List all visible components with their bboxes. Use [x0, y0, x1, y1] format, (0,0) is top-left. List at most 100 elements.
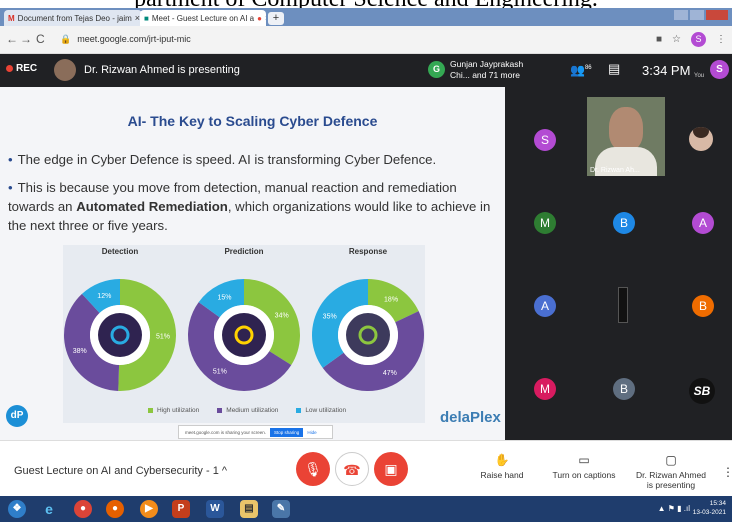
back-icon[interactable]: ← [6, 32, 18, 46]
powerpoint-icon[interactable]: P [172, 500, 190, 518]
legend-item: Medium utilization [217, 407, 278, 414]
browser-tab-bar: M Document from Tejas Deo - jaim × ■ Mee… [0, 8, 732, 26]
camera-off-button[interactable]: ▣ [374, 452, 408, 486]
recording-badge: REC [6, 63, 37, 74]
tab-label: Meet - Guest Lecture on AI a [151, 13, 255, 23]
participant-image-tile[interactable] [618, 287, 628, 323]
presenter-video-tile[interactable]: Dr. Rizwan Ah... [587, 97, 665, 176]
word-icon[interactable]: W [206, 500, 224, 518]
url-text: meet.google.com/jrt-iput-mic [77, 34, 191, 44]
magnifier-icon [98, 313, 142, 357]
file-explorer-icon[interactable]: ▤ [240, 500, 258, 518]
slice-label: 15% [217, 295, 231, 302]
star-icon[interactable]: ☆ [672, 34, 681, 45]
recording-dot-icon: ● [257, 13, 262, 23]
paint-icon[interactable]: ✎ [272, 500, 290, 518]
meet-bottom-bar: Guest Lecture on AI and Cybersecurity - … [0, 440, 732, 496]
more-options-icon[interactable]: ⋮ [722, 465, 732, 479]
brand-name: delaPlex [440, 409, 501, 426]
chart-title: Response [348, 247, 388, 256]
minimize-button[interactable] [674, 10, 688, 20]
browser-actions: ■ ☆ S ⋮ [656, 32, 726, 47]
legend-item: High utilization [148, 407, 199, 414]
participant-logo-tile[interactable]: SB [689, 378, 715, 404]
stop-sharing-button[interactable]: Stop sharing [270, 427, 304, 437]
present-screen-icon: ▢ [665, 453, 677, 467]
chevron-up-icon: ^ [221, 465, 228, 477]
mic-off-button[interactable]: 🎙 [296, 452, 330, 486]
tab-gmail[interactable]: M Document from Tejas Deo - jaim × [4, 10, 142, 26]
presenting-label: Dr. Rizwan Ahmed is presenting [84, 64, 240, 76]
slice-label: 18% [384, 297, 398, 304]
people-icon: 👥 [570, 63, 585, 77]
media-player-icon[interactable]: ▶ [140, 500, 158, 518]
hide-button[interactable]: Hide [307, 430, 316, 435]
reload-icon[interactable]: C [36, 32, 45, 46]
profile-avatar[interactable]: S [691, 32, 706, 47]
chart-title: Detection [101, 247, 139, 256]
others-text[interactable]: Gunjan Jayprakash Chi... and 71 more [450, 59, 542, 81]
mic-off-icon: 🎙 [304, 461, 322, 477]
others-avatar: G [428, 61, 445, 78]
slice-label: 35% [323, 313, 337, 320]
participant-tile[interactable]: M [534, 212, 556, 234]
slice-label: 34% [275, 312, 289, 319]
donut-charts-svg: 51% 38% 12% 34% 51% 15% 18% 47% 35% [63, 279, 425, 392]
system-tray-icons[interactable]: ▲ ⚑ ▮ .ıl [658, 504, 690, 513]
slice-label: 38% [73, 348, 87, 355]
presentation-slide: AI- The Key to Scaling Cyber Defence • Th… [0, 87, 505, 440]
menu-icon[interactable]: ⋮ [716, 34, 726, 45]
hand-icon: ✋ [494, 453, 510, 467]
time-display: 3:34 PM [642, 63, 691, 78]
people-button[interactable]: 👥86 [570, 63, 592, 77]
new-tab-button[interactable]: + [268, 12, 284, 25]
window-controls [674, 10, 728, 20]
participant-tile[interactable]: B [692, 295, 714, 317]
slice-label: 51% [213, 369, 227, 376]
shield-icon [346, 313, 390, 357]
participant-tile[interactable]: A [692, 212, 714, 234]
system-clock[interactable]: 15:34 13-03-2021 [693, 499, 726, 517]
forward-icon[interactable]: → [20, 32, 32, 46]
ie-icon[interactable]: e [40, 500, 58, 518]
delaplex-logo-icon: dP [6, 405, 28, 427]
slide-title: AI- The Key to Scaling Cyber Defence [127, 113, 378, 129]
tab-meet[interactable]: ■ Meet - Guest Lecture on AI a ● × [140, 10, 266, 26]
chrome-icon[interactable]: ● [74, 500, 92, 518]
participant-tile[interactable]: A [534, 295, 556, 317]
firefox-icon[interactable]: ● [106, 500, 124, 518]
start-icon[interactable]: ❖ [8, 500, 26, 518]
bullet-2: • This is because you move from detection… [8, 180, 491, 233]
participant-tile[interactable]: S [534, 129, 556, 151]
meeting-details[interactable]: Guest Lecture on AI and Cybersecurity - … [14, 465, 227, 477]
window-close-button[interactable] [706, 10, 728, 20]
slice-label: 12% [97, 293, 111, 300]
camera-off-icon: ▣ [384, 461, 398, 477]
participant-tile[interactable]: B [613, 378, 635, 400]
close-icon[interactable]: × [265, 13, 266, 23]
target-icon [222, 313, 266, 357]
participant-tile[interactable]: M [534, 378, 556, 400]
chart-legend: High utilization Medium utilization Low … [148, 407, 346, 414]
camera-icon[interactable]: ■ [656, 34, 662, 45]
hangup-icon: ☎ [343, 462, 361, 478]
slice-label: 47% [383, 370, 397, 377]
you-avatar[interactable]: S [710, 60, 729, 79]
leave-call-button[interactable]: ☎ [335, 452, 369, 486]
presenter-tile-name: Dr. Rizwan Ah... [590, 167, 640, 174]
participant-photo-avatar[interactable] [689, 127, 713, 151]
presenter-face [609, 107, 643, 151]
maximize-button[interactable] [690, 10, 704, 20]
raise-hand-button[interactable]: ✋ Raise hand [478, 453, 526, 480]
chart-title: Prediction [224, 247, 264, 256]
captions-button[interactable]: ▭ Turn on captions [552, 453, 616, 480]
meet-icon: ■ [144, 13, 149, 23]
slice-label: 51% [156, 334, 170, 341]
participant-tile[interactable]: B [613, 212, 635, 234]
url-field[interactable]: 🔒 meet.google.com/jrt-iput-mic [60, 34, 191, 45]
chat-icon[interactable]: ▤ [608, 61, 620, 77]
cropped-caption: partment of Computer Science and Enginee… [0, 0, 732, 12]
presenting-status-button[interactable]: ▢ Dr. Rizwan Ahmed is presenting [636, 453, 706, 490]
donut-chart-panel: Detection Prediction Response 51% 38% 12% 3… [63, 245, 425, 423]
participant-grid: S Dr. Rizwan Ah... M B A A B M B SB [505, 87, 732, 440]
